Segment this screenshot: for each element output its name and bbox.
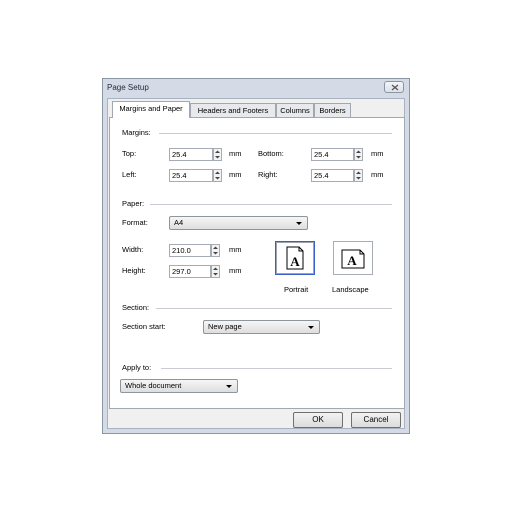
- right-margin-spinner[interactable]: [354, 169, 363, 182]
- margins-separator: [159, 133, 392, 134]
- left-margin-label: Left:: [122, 170, 137, 179]
- spinner-arrows-icon: [215, 171, 220, 180]
- section-section-label: Section:: [122, 303, 150, 312]
- landscape-option[interactable]: A: [333, 241, 373, 275]
- spinner-arrows-icon: [356, 171, 361, 180]
- bottom-margin-spinner[interactable]: [354, 148, 363, 161]
- chevron-down-icon: [308, 326, 314, 329]
- right-margin-field[interactable]: 25.4: [311, 169, 354, 182]
- left-margin-field[interactable]: 25.4: [169, 169, 213, 182]
- right-margin-label: Right:: [258, 170, 278, 179]
- bottom-margin-unit: mm: [371, 149, 384, 158]
- width-spinner[interactable]: [211, 244, 220, 257]
- section-start-label: Section start:: [122, 322, 166, 331]
- landscape-label: Landscape: [332, 285, 369, 294]
- format-label: Format:: [122, 218, 148, 227]
- spinner-arrows-icon: [356, 150, 361, 159]
- chevron-down-icon: [226, 385, 232, 388]
- apply-separator: [161, 368, 392, 369]
- landscape-page-icon: A: [341, 249, 365, 269]
- page-setup-dialog: Page Setup Margins and Paper Headers and…: [102, 78, 410, 434]
- spinner-arrows-icon: [215, 150, 220, 159]
- paper-separator: [150, 204, 392, 205]
- height-label: Height:: [122, 266, 146, 275]
- close-icon: [391, 84, 399, 91]
- section-start-value: New page: [208, 322, 242, 331]
- bottom-margin-field[interactable]: 25.4: [311, 148, 354, 161]
- tab-borders[interactable]: Borders: [314, 103, 351, 117]
- right-margin-unit: mm: [371, 170, 384, 179]
- svg-text:A: A: [290, 254, 300, 269]
- width-field[interactable]: 210.0: [169, 244, 211, 257]
- tab-headers-and-footers[interactable]: Headers and Footers: [190, 103, 276, 117]
- ok-button[interactable]: OK: [293, 412, 343, 428]
- bottom-margin-label: Bottom:: [258, 149, 284, 158]
- portrait-page-icon: A: [276, 242, 314, 274]
- tab-columns[interactable]: Columns: [276, 103, 314, 117]
- height-unit: mm: [229, 266, 242, 275]
- width-label: Width:: [122, 245, 144, 254]
- close-button[interactable]: [384, 81, 404, 93]
- chevron-down-icon: [296, 222, 302, 225]
- left-margin-unit: mm: [229, 170, 242, 179]
- dialog-title: Page Setup: [107, 83, 149, 92]
- tab-margins-and-paper[interactable]: Margins and Paper: [112, 101, 190, 118]
- margins-section-label: Margins:: [122, 128, 151, 137]
- cancel-button[interactable]: Cancel: [351, 412, 401, 428]
- top-margin-field[interactable]: 25.4: [169, 148, 213, 161]
- top-margin-spinner[interactable]: [213, 148, 222, 161]
- paper-section-label: Paper:: [122, 199, 145, 208]
- portrait-option[interactable]: A: [275, 241, 315, 275]
- apply-to-value: Whole document: [125, 381, 182, 390]
- width-unit: mm: [229, 245, 242, 254]
- left-margin-spinner[interactable]: [213, 169, 222, 182]
- height-spinner[interactable]: [211, 265, 220, 278]
- height-field[interactable]: 297.0: [169, 265, 211, 278]
- format-dropdown[interactable]: A4: [169, 216, 308, 230]
- section-start-dropdown[interactable]: New page: [203, 320, 320, 334]
- format-value: A4: [174, 218, 184, 227]
- section-separator: [156, 308, 392, 309]
- top-margin-label: Top:: [122, 149, 137, 158]
- portrait-label: Portrait: [284, 285, 309, 294]
- spinner-arrows-icon: [213, 246, 218, 255]
- apply-to-dropdown[interactable]: Whole document: [120, 379, 238, 393]
- svg-text:A: A: [347, 253, 357, 268]
- title-bar: Page Setup: [103, 79, 409, 98]
- apply-to-label: Apply to:: [122, 363, 152, 372]
- top-margin-unit: mm: [229, 149, 242, 158]
- spinner-arrows-icon: [213, 267, 218, 276]
